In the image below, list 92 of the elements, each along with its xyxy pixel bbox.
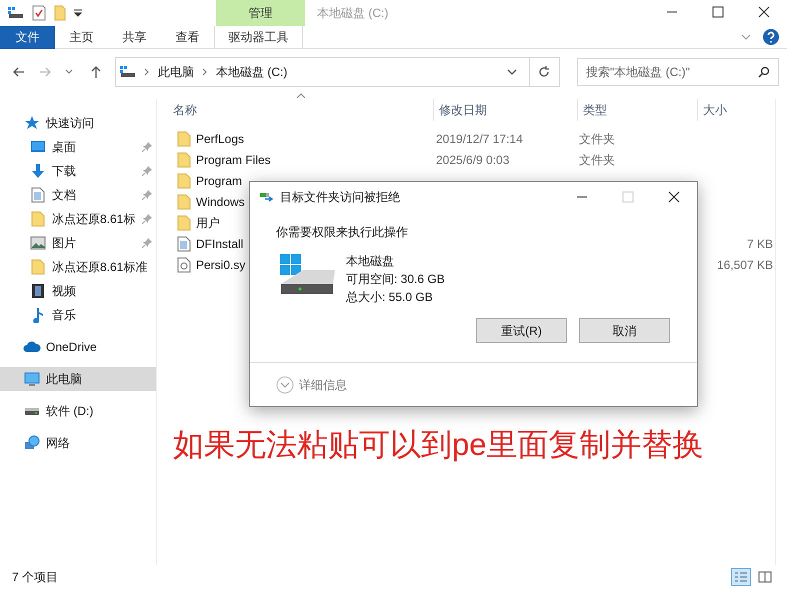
- nav-item[interactable]: 桌面: [0, 135, 156, 159]
- maximize-icon: [621, 191, 635, 203]
- search-icon: [758, 66, 770, 78]
- nav-item[interactable]: 下载: [0, 159, 156, 183]
- column-header[interactable]: 名称: [171, 99, 433, 121]
- file-name[interactable]: PerfLogs: [196, 130, 244, 148]
- nav-item[interactable]: 音乐: [0, 303, 156, 327]
- chevron-circle-icon: [276, 376, 294, 394]
- file-name[interactable]: 用户: [196, 214, 220, 232]
- cloud-icon: [23, 341, 41, 353]
- file-name[interactable]: Persi0.sy: [196, 256, 246, 274]
- folder-icon: [177, 152, 191, 168]
- folder-icon: [31, 211, 45, 227]
- grid-icon: [758, 571, 772, 583]
- forward-icon: [38, 65, 52, 79]
- star-icon: [24, 115, 40, 131]
- free-space: 可用空间: 30.6 GB: [346, 271, 445, 288]
- column-header[interactable]: 修改日期: [433, 99, 577, 121]
- retry-button[interactable]: 重试(R): [476, 318, 567, 343]
- drive-name: 本地磁盘: [346, 253, 395, 270]
- file-type: 文件夹: [579, 152, 615, 166]
- down-arrow-icon: [30, 163, 46, 179]
- ribbon-tab[interactable]: 文件: [0, 26, 55, 48]
- context-tab-header: 管理: [216, 0, 305, 26]
- nav-item[interactable]: 视频: [0, 279, 156, 303]
- folder-icon: [177, 194, 191, 210]
- folder-icon: [54, 5, 66, 21]
- file-name[interactable]: Program: [196, 172, 242, 190]
- total-size: 总大小: 55.0 GB: [346, 289, 434, 306]
- nav-item[interactable]: 快速访问: [0, 111, 156, 135]
- folder-icon: [177, 172, 191, 188]
- dialog-title: 目标文件夹访问被拒绝: [280, 189, 400, 206]
- file-name[interactable]: Program Files: [196, 150, 271, 168]
- nav-item[interactable]: 软件 (D:): [0, 399, 156, 423]
- copy-arrow-icon: [260, 192, 274, 202]
- help-icon: [763, 29, 779, 45]
- chevron-down-icon: [741, 34, 751, 40]
- picture-icon: [30, 236, 46, 250]
- column-header[interactable]: 大小: [697, 99, 773, 121]
- address-bar[interactable]: 此电脑 本地磁盘 (C:): [115, 57, 560, 87]
- close-icon: [667, 191, 681, 203]
- chevron-right-icon: [144, 68, 150, 76]
- details-toggle[interactable]: 详细信息: [299, 376, 347, 394]
- dropdown-icon: [74, 9, 82, 17]
- nav-item[interactable]: OneDrive: [0, 335, 156, 359]
- back-icon: [12, 65, 26, 79]
- folder-icon: [177, 214, 191, 230]
- chevron-right-icon: [202, 68, 208, 76]
- annotation-text: 如果无法粘贴可以到pe里面复制并替换: [173, 426, 704, 464]
- properties-icon: [32, 5, 46, 21]
- list-icon: [734, 571, 748, 583]
- ribbon-tab[interactable]: 主页: [55, 26, 108, 48]
- music-note-icon: [32, 307, 44, 323]
- ribbon-tab[interactable]: 查看: [161, 26, 214, 48]
- maximize-icon: [711, 6, 725, 18]
- monitor-icon: [24, 372, 40, 386]
- dialog-message: 你需要权限来执行此操作: [275, 224, 409, 241]
- file-name[interactable]: Windows: [196, 192, 245, 210]
- nav-item[interactable]: 网络: [0, 431, 156, 455]
- document-icon: [177, 236, 191, 252]
- window-title: 本地磁盘 (C:): [317, 5, 388, 22]
- document-icon: [31, 187, 45, 203]
- close-icon: [757, 6, 771, 18]
- column-header[interactable]: 类型: [577, 99, 697, 121]
- nav-item[interactable]: 文档: [0, 183, 156, 207]
- nav-item[interactable]: 此电脑: [0, 367, 156, 391]
- file-size: 16,507 KB: [716, 256, 773, 274]
- ribbon-tab[interactable]: 共享: [108, 26, 161, 48]
- refresh-icon: [538, 66, 550, 78]
- drive-icon: [8, 7, 24, 19]
- film-icon: [31, 283, 45, 299]
- nav-item[interactable]: 冰点还原8.61标: [0, 207, 156, 231]
- nav-item[interactable]: 图片: [0, 231, 156, 255]
- chevron-down-icon: [506, 69, 517, 75]
- cancel-button[interactable]: 取消: [579, 318, 670, 343]
- file-type: 文件夹: [579, 132, 615, 146]
- search-field[interactable]: 搜索"本地磁盘 (C:)": [576, 58, 779, 86]
- drive-icon: [24, 406, 40, 416]
- modified-date: 2025/6/9 0:03: [436, 152, 510, 166]
- drive-icon: [120, 66, 136, 78]
- modified-date: 2019/12/7 17:14: [436, 132, 523, 146]
- file-name[interactable]: DFInstall: [196, 234, 244, 252]
- folder-icon: [31, 259, 45, 275]
- item-count: 7 个项目: [12, 569, 58, 586]
- monitor-icon: [30, 140, 46, 154]
- nav-item[interactable]: 冰点还原8.61标准: [0, 255, 156, 279]
- folder-icon: [177, 130, 191, 146]
- breadcrumb[interactable]: 本地磁盘 (C:): [216, 63, 288, 81]
- file-size: 7 KB: [746, 236, 773, 252]
- breadcrumb[interactable]: 此电脑: [158, 63, 194, 81]
- details-view-button[interactable]: [731, 568, 751, 586]
- ribbon-tab[interactable]: 驱动器工具: [214, 26, 303, 48]
